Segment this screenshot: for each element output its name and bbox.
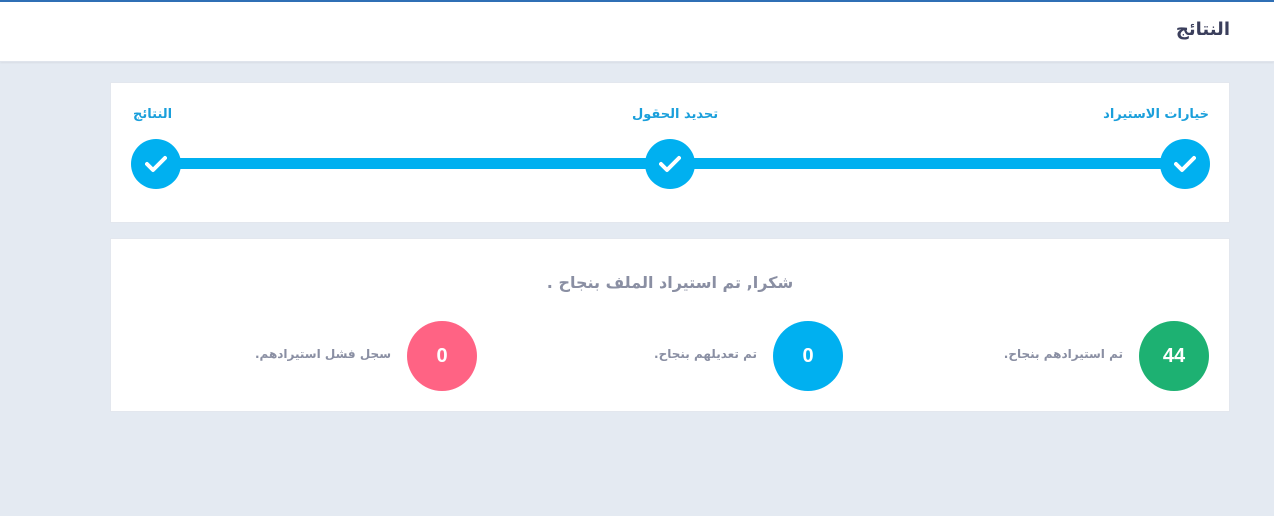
import-results-card: شكرا, تم استيراد الملف بنجاح . 44 تم است… bbox=[110, 238, 1230, 412]
step-field-mapping[interactable] bbox=[645, 139, 695, 189]
imported-count-label: تم استيرادهم بنجاح. bbox=[1003, 347, 1123, 361]
failed-count-badge: 0 bbox=[407, 321, 477, 391]
page-title: النتائج bbox=[1175, 19, 1230, 40]
success-message: شكرا, تم استيراد الملف بنجاح . bbox=[546, 273, 794, 292]
imported-count-badge: 44 bbox=[1139, 321, 1209, 391]
step-label-import-options: خيارات الاستيراد bbox=[1103, 107, 1209, 122]
check-icon bbox=[145, 156, 167, 172]
step-results[interactable] bbox=[131, 139, 181, 189]
import-steps-card: خيارات الاستيراد تحديد الحقول النتائج bbox=[110, 82, 1230, 223]
top-bar: النتائج bbox=[0, 0, 1274, 62]
updated-count-badge: 0 bbox=[773, 321, 843, 391]
step-label-results: النتائج bbox=[133, 107, 173, 122]
check-icon bbox=[659, 156, 681, 172]
updated-count-label: تم تعديلهم بنجاح. bbox=[654, 347, 757, 361]
step-import-options[interactable] bbox=[1160, 139, 1210, 189]
step-label-field-mapping: تحديد الحقول bbox=[632, 107, 719, 122]
check-icon bbox=[1174, 156, 1196, 172]
failed-count-label: سجل فشل استيرادهم. bbox=[254, 347, 391, 361]
